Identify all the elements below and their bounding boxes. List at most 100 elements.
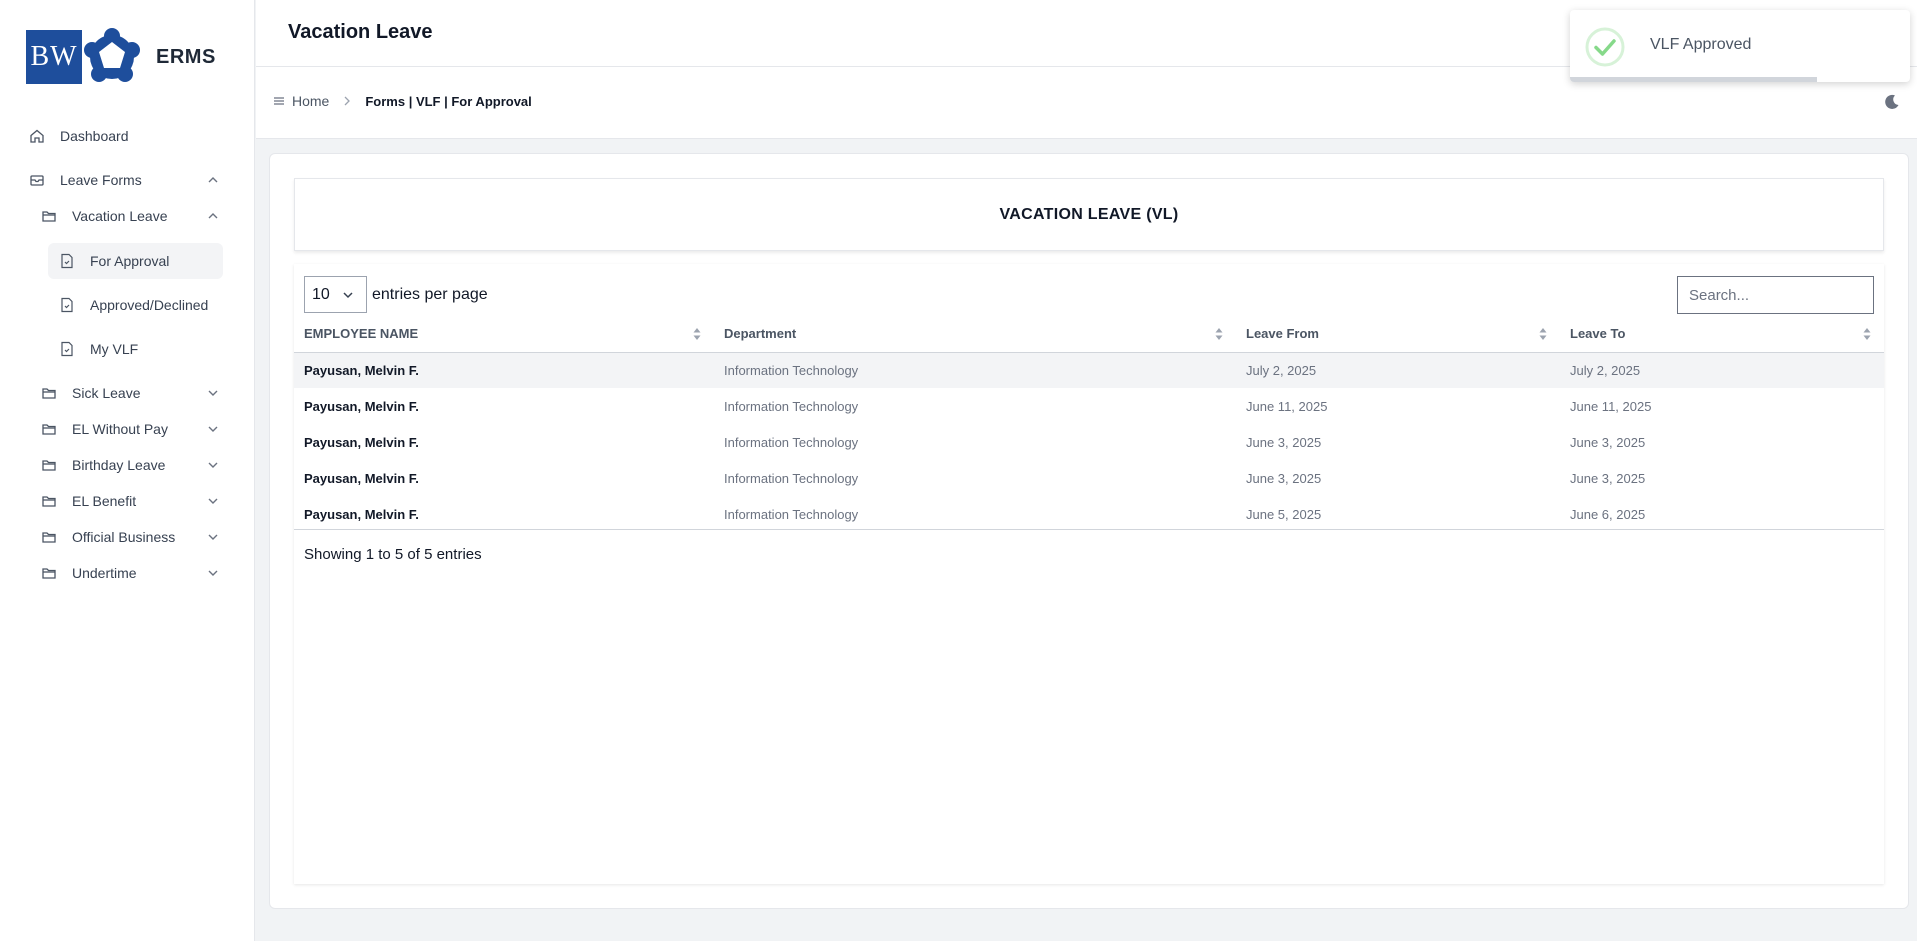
table-row[interactable]: Payusan, Melvin F. Information Technolog… xyxy=(294,352,1884,388)
sidebar-item-label: Approved/Declined xyxy=(90,297,209,313)
table-row[interactable]: Payusan, Melvin F. Information Technolog… xyxy=(294,388,1884,424)
home-icon xyxy=(28,127,46,145)
page-size-select[interactable]: 10 xyxy=(304,276,367,313)
chevron-down-icon xyxy=(208,570,218,576)
page-size-control: 10 entries per page xyxy=(304,276,488,313)
folder-icon xyxy=(40,492,58,510)
sidebar-item-birthday-leave[interactable]: Birthday Leave xyxy=(40,447,228,483)
cell-leave-from: June 11, 2025 xyxy=(1246,398,1328,414)
sort-icon xyxy=(1539,328,1547,340)
moon-icon[interactable] xyxy=(1883,93,1901,111)
cell-leave-to: June 3, 2025 xyxy=(1570,434,1646,450)
table-header-row: EMPLOYEE NAME Department Leave From Leav… xyxy=(294,316,1884,353)
cell-employee-name: Payusan, Melvin F. xyxy=(304,470,419,486)
toast-progress-bar xyxy=(1570,77,1817,82)
cell-employee-name: Payusan, Melvin F. xyxy=(304,506,419,522)
cell-leave-to: June 3, 2025 xyxy=(1570,470,1646,486)
cell-leave-to: June 6, 2025 xyxy=(1570,506,1646,522)
page-size-value: 10 xyxy=(312,285,330,303)
main-content: VACATION LEAVE (VL) 10 entries per page … xyxy=(269,153,1909,909)
search-input[interactable] xyxy=(1677,276,1874,314)
check-circle-icon xyxy=(1585,27,1625,67)
folder-icon xyxy=(40,420,58,438)
chevron-down-icon xyxy=(208,426,218,432)
sort-icon xyxy=(1863,328,1871,340)
column-header-leave-to[interactable]: Leave To xyxy=(1560,316,1884,353)
sidebar-item-label: Birthday Leave xyxy=(72,457,166,473)
chevron-up-icon xyxy=(208,213,218,219)
table-card: 10 entries per page EMPLOYEE NAME Depart… xyxy=(294,264,1884,884)
cell-leave-from: June 5, 2025 xyxy=(1246,506,1322,522)
cell-leave-to: July 2, 2025 xyxy=(1560,352,1884,388)
chevron-down-icon xyxy=(208,498,218,504)
sidebar-item-label: Official Business xyxy=(72,529,176,545)
cell-employee-name: Payusan, Melvin F. xyxy=(304,398,419,414)
cell-department: Information Technology xyxy=(714,352,1236,388)
sidebar-item-approved-declined[interactable]: Approved/Declined xyxy=(48,287,223,323)
sidebar-item-official-business[interactable]: Official Business xyxy=(40,519,228,555)
sidebar-item-el-benefit[interactable]: EL Benefit xyxy=(40,483,228,519)
document-icon xyxy=(58,252,76,270)
chevron-down-icon xyxy=(208,462,218,468)
entries-label: entries per page xyxy=(372,285,488,303)
chevron-down-icon xyxy=(343,292,353,299)
sort-icon xyxy=(1215,328,1223,340)
breadcrumb-current: Forms | VLF | For Approval xyxy=(365,93,532,109)
sidebar-item-sick-leave[interactable]: Sick Leave xyxy=(40,375,228,411)
document-icon xyxy=(58,296,76,314)
sidebar-item-for-approval[interactable]: For Approval xyxy=(48,243,223,279)
toast-message: VLF Approved xyxy=(1650,36,1752,53)
inbox-icon xyxy=(28,171,46,189)
breadcrumb-home[interactable]: Home xyxy=(292,93,329,109)
logo: BW xyxy=(26,28,142,86)
folder-icon xyxy=(40,384,58,402)
column-header-department[interactable]: Department xyxy=(714,316,1236,353)
cell-employee-name: Payusan, Melvin F. xyxy=(294,352,714,388)
table-row[interactable]: Payusan, Melvin F. Information Technolog… xyxy=(294,460,1884,496)
sort-icon xyxy=(693,328,701,340)
sidebar-item-undertime[interactable]: Undertime xyxy=(40,555,228,591)
column-label: Leave To xyxy=(1570,326,1626,342)
menu-icon[interactable] xyxy=(272,94,286,108)
section-header-card: VACATION LEAVE (VL) xyxy=(294,178,1884,251)
brand[interactable]: BW ERMS xyxy=(26,28,216,86)
section-title: VACATION LEAVE (VL) xyxy=(999,205,1179,223)
column-label: Leave From xyxy=(1246,326,1319,342)
breadcrumb: Home Forms | VLF | For Approval xyxy=(272,93,532,109)
column-header-employee-name[interactable]: EMPLOYEE NAME xyxy=(294,316,714,353)
cell-department: Information Technology xyxy=(724,470,859,486)
cell-employee-name: Payusan, Melvin F. xyxy=(304,434,419,450)
divider xyxy=(294,529,1884,530)
document-icon xyxy=(58,340,76,358)
folder-icon xyxy=(40,456,58,474)
table-row[interactable]: Payusan, Melvin F. Information Technolog… xyxy=(294,424,1884,460)
sidebar-item-el-without-pay[interactable]: EL Without Pay xyxy=(40,411,228,447)
sidebar-item-label: Dashboard xyxy=(60,128,129,144)
sidebar-item-label: Sick Leave xyxy=(72,385,141,401)
sidebar-item-label: EL Without Pay xyxy=(72,421,168,437)
sidebar-item-leave-forms[interactable]: Leave Forms xyxy=(28,162,228,198)
sidebar-item-label: For Approval xyxy=(90,253,170,269)
column-header-leave-from[interactable]: Leave From xyxy=(1236,316,1560,353)
chevron-down-icon xyxy=(208,390,218,396)
sidebar: BW ERMS Dashboard Leave Forms Vacation L… xyxy=(0,0,255,941)
sidebar-item-label: My VLF xyxy=(90,341,139,357)
sidebar-item-label: EL Benefit xyxy=(72,493,137,509)
folder-icon xyxy=(40,564,58,582)
sidebar-item-label: Vacation Leave xyxy=(72,208,168,224)
app-name: ERMS xyxy=(156,45,216,68)
cell-department: Information Technology xyxy=(724,506,859,522)
cell-department: Information Technology xyxy=(724,398,859,414)
logo-flower-icon xyxy=(84,28,140,82)
table-row[interactable]: Payusan, Melvin F. Information Technolog… xyxy=(294,496,1884,532)
logo-mark: BW xyxy=(26,30,82,84)
sidebar-item-label: Leave Forms xyxy=(60,172,142,188)
sidebar-item-dashboard[interactable]: Dashboard xyxy=(28,118,228,154)
chevron-up-icon xyxy=(208,177,218,183)
sidebar-item-label: Undertime xyxy=(72,565,137,581)
sidebar-item-vacation-leave[interactable]: Vacation Leave xyxy=(40,198,228,234)
sidebar-item-my-vlf[interactable]: My VLF xyxy=(48,331,223,367)
toast-notification[interactable]: VLF Approved xyxy=(1570,10,1910,82)
cell-leave-from: June 3, 2025 xyxy=(1246,470,1322,486)
folder-icon xyxy=(40,528,58,546)
